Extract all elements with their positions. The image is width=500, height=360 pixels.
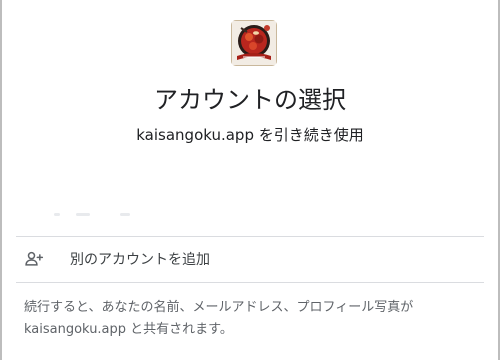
add-another-account-button[interactable]: 別のアカウントを追加 [16,237,484,281]
loading-placeholder [54,211,134,217]
divider [16,282,484,283]
restaurant-dish-logo-icon [231,20,277,66]
account-chooser-dialog: アカウントの選択 kaisangoku.app を引き続き使用 別のアカウントを… [0,0,500,360]
privacy-notice-line: kaisangoku.app と共有されます。 [24,322,233,337]
add-account-label: 別のアカウントを追加 [70,252,210,268]
person-add-icon [22,247,46,271]
page-title: アカウントの選択 [154,86,346,114]
privacy-notice: 続行すると、あなたの名前、メールアドレス、プロフィール写真が kaisangok… [24,297,484,341]
privacy-notice-line: 続行すると、あなたの名前、メールアドレス、プロフィール写真が [24,300,414,315]
app-logo [231,20,277,66]
page-subtitle: kaisangoku.app を引き続き使用 [136,126,364,144]
